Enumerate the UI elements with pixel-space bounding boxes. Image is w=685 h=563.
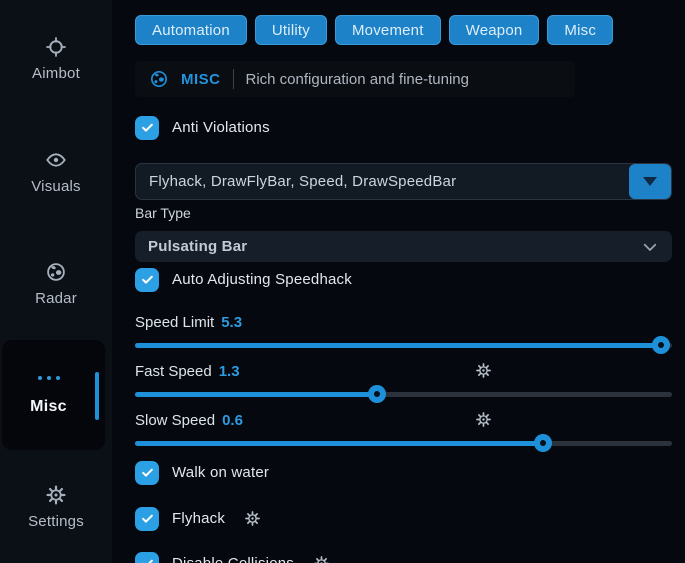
feature-multiselect[interactable]: Flyhack, DrawFlyBar, Speed, DrawSpeedBar bbox=[135, 163, 672, 200]
auto-adjusting-checkbox[interactable] bbox=[135, 268, 159, 292]
tab-misc[interactable]: Misc bbox=[547, 15, 613, 45]
auto-adjusting-row: Auto Adjusting Speedhack bbox=[135, 267, 672, 292]
sidebar-item-settings[interactable]: Settings bbox=[0, 484, 112, 530]
flyhack-checkbox[interactable] bbox=[135, 507, 159, 531]
sidebar-item-label: Misc bbox=[2, 398, 95, 416]
walk-on-water-checkbox[interactable] bbox=[135, 461, 159, 485]
slider-label: Fast Speed bbox=[135, 363, 212, 380]
multiselect-dropdown-button[interactable] bbox=[629, 164, 671, 199]
disable-collisions-row: Disable Collisions bbox=[135, 551, 672, 563]
checkbox-label: Anti Violations bbox=[172, 119, 270, 136]
gear-icon[interactable] bbox=[313, 555, 330, 563]
slider-value: 0.6 bbox=[222, 412, 243, 429]
fast-speed-slider[interactable] bbox=[135, 385, 672, 403]
checkbox-label: Disable Collisions bbox=[172, 555, 294, 563]
section-title: MISC bbox=[181, 71, 221, 88]
gear-icon bbox=[45, 484, 67, 506]
eye-icon bbox=[45, 149, 67, 171]
triangle-down-icon bbox=[643, 177, 657, 186]
sidebar-item-label: Radar bbox=[35, 290, 77, 307]
slider-label: Slow Speed bbox=[135, 412, 215, 429]
check-icon bbox=[140, 556, 155, 563]
gear-icon[interactable] bbox=[475, 362, 492, 379]
slider-thumb[interactable] bbox=[652, 336, 670, 354]
gear-icon[interactable] bbox=[475, 411, 492, 428]
sidebar: Aimbot Visuals Radar Misc bbox=[0, 0, 112, 563]
slider-value: 5.3 bbox=[221, 314, 242, 331]
check-icon bbox=[140, 511, 155, 526]
sidebar-item-label: Settings bbox=[28, 513, 84, 530]
section-header: MISC Rich configuration and fine-tuning bbox=[135, 61, 575, 97]
slow-speed-slider[interactable] bbox=[135, 434, 672, 452]
flyhack-row: Flyhack bbox=[135, 506, 672, 531]
globe-icon bbox=[45, 261, 67, 283]
slider-label: Speed Limit bbox=[135, 314, 214, 331]
sidebar-item-aimbot[interactable]: Aimbot bbox=[0, 36, 112, 82]
slider-thumb[interactable] bbox=[534, 434, 552, 452]
divider bbox=[233, 69, 234, 89]
main-content: Automation Utility Movement Weapon Misc … bbox=[112, 0, 685, 563]
check-icon bbox=[140, 465, 155, 480]
slider-fill bbox=[135, 343, 661, 348]
anti-violations-row: Anti Violations bbox=[135, 115, 672, 140]
gear-icon[interactable] bbox=[244, 510, 261, 527]
slider-thumb[interactable] bbox=[368, 385, 386, 403]
sidebar-item-visuals[interactable]: Visuals bbox=[0, 149, 112, 195]
globe-icon bbox=[149, 69, 169, 89]
tab-weapon[interactable]: Weapon bbox=[449, 15, 540, 45]
sidebar-item-radar[interactable]: Radar bbox=[0, 261, 112, 307]
bar-type-select[interactable]: Pulsating Bar bbox=[135, 231, 672, 262]
slow-speed-label-row: Slow Speed 0.6 bbox=[135, 412, 672, 429]
multiselect-value: Flyhack, DrawFlyBar, Speed, DrawSpeedBar bbox=[136, 164, 629, 199]
slider-fill bbox=[135, 392, 377, 397]
check-icon bbox=[140, 272, 155, 287]
bar-type-label: Bar Type bbox=[135, 205, 672, 222]
tab-automation[interactable]: Automation bbox=[135, 15, 247, 45]
slider-value: 1.3 bbox=[219, 363, 240, 380]
check-icon bbox=[140, 120, 155, 135]
section-subtitle: Rich configuration and fine-tuning bbox=[246, 71, 469, 88]
crosshair-icon bbox=[45, 36, 67, 58]
sidebar-item-label: Aimbot bbox=[32, 65, 80, 82]
slider-fill bbox=[135, 441, 543, 446]
ellipsis-icon bbox=[2, 376, 95, 380]
active-indicator-bar bbox=[95, 372, 99, 420]
chevron-down-icon bbox=[641, 238, 659, 256]
tab-bar: Automation Utility Movement Weapon Misc bbox=[135, 15, 672, 45]
checkbox-label: Walk on water bbox=[172, 464, 269, 481]
checkbox-label: Auto Adjusting Speedhack bbox=[172, 271, 352, 288]
fast-speed-label-row: Fast Speed 1.3 bbox=[135, 363, 672, 380]
tab-utility[interactable]: Utility bbox=[255, 15, 327, 45]
speed-limit-slider[interactable] bbox=[135, 336, 672, 354]
select-value: Pulsating Bar bbox=[148, 238, 247, 255]
disable-collisions-checkbox[interactable] bbox=[135, 552, 159, 563]
anti-violations-checkbox[interactable] bbox=[135, 116, 159, 140]
tab-movement[interactable]: Movement bbox=[335, 15, 441, 45]
sidebar-item-label: Visuals bbox=[31, 178, 80, 195]
sidebar-item-misc-active[interactable]: Misc bbox=[2, 340, 105, 450]
speed-limit-label-row: Speed Limit 5.3 bbox=[135, 314, 672, 331]
walk-on-water-row: Walk on water bbox=[135, 460, 672, 485]
checkbox-label: Flyhack bbox=[172, 510, 225, 527]
